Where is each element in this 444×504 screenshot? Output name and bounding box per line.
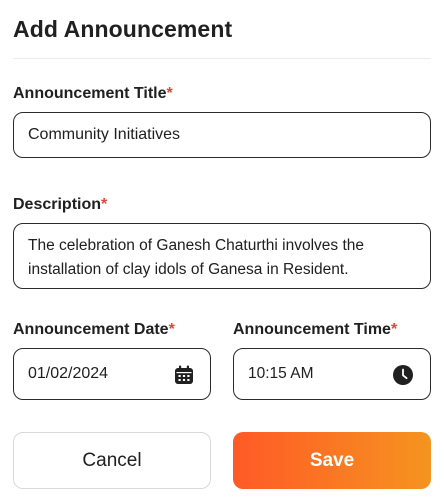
announcement-time-label: Announcement Time* <box>233 321 397 339</box>
announcement-title-label-text: Announcement Title <box>13 85 167 102</box>
required-mark: * <box>390 321 398 338</box>
required-mark: * <box>166 85 173 102</box>
announcement-date-input[interactable]: 01/02/2024 <box>13 348 211 400</box>
announcement-date-value: 01/02/2024 <box>28 365 109 382</box>
announcement-title-label: Announcement Title* <box>13 85 173 103</box>
announcement-time-input[interactable]: 10:15 AM <box>233 348 431 400</box>
save-button[interactable]: Save <box>233 432 431 489</box>
description-label: Description* <box>13 196 107 214</box>
required-mark: * <box>101 196 108 213</box>
description-label-text: Description <box>13 196 102 213</box>
page-title: Add Announcement <box>13 16 233 42</box>
calendar-icon[interactable] <box>173 364 195 386</box>
description-value: The celebration of Ganesh Chaturthi invo… <box>28 237 365 278</box>
announcement-title-input[interactable]: Community Initiatives <box>13 112 431 158</box>
header-divider <box>13 58 431 59</box>
description-textarea[interactable]: The celebration of Ganesh Chaturthi invo… <box>13 223 431 289</box>
clock-icon[interactable] <box>392 364 414 386</box>
announcement-time-value: 10:15 AM <box>248 365 314 382</box>
announcement-time-label-text: Announcement Time <box>233 321 391 338</box>
required-mark: * <box>168 321 175 338</box>
announcement-date-label: Announcement Date* <box>13 321 175 339</box>
announcement-title-value: Community Initiatives <box>28 126 181 143</box>
announcement-date-label-text: Announcement Date <box>13 321 169 338</box>
cancel-button[interactable]: Cancel <box>13 432 211 489</box>
